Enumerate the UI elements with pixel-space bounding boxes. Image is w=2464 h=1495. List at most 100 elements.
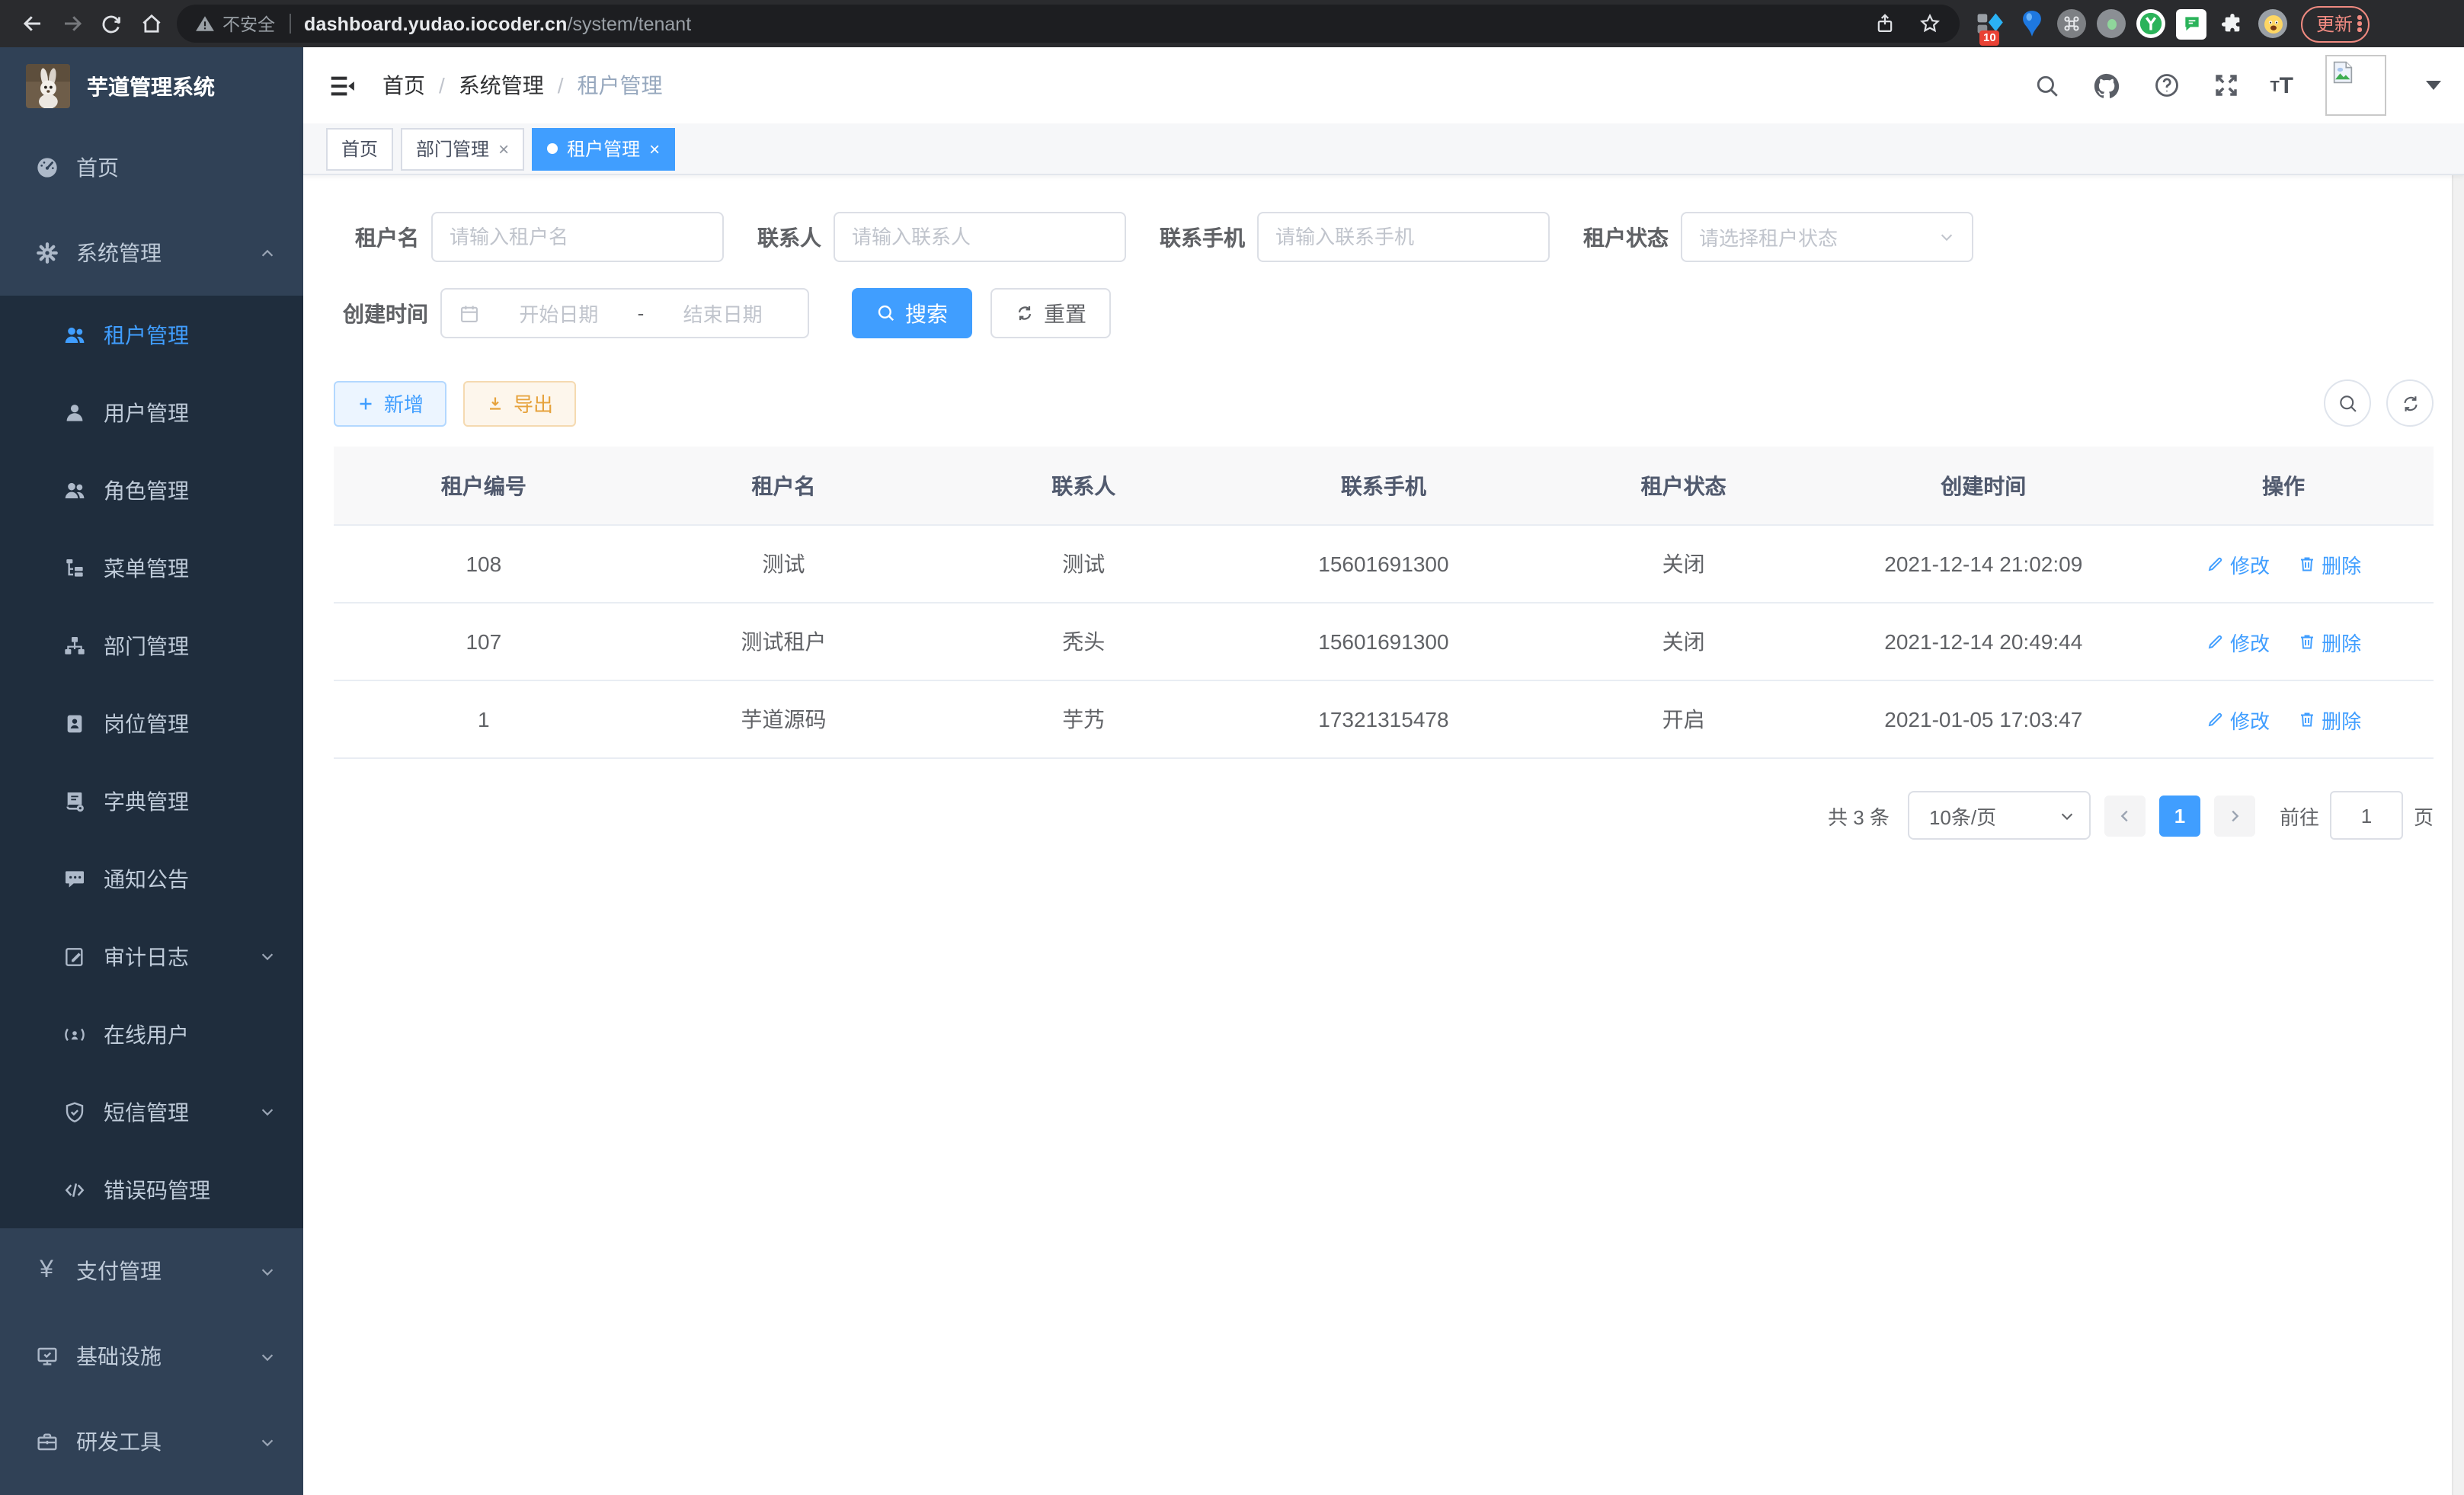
edit-button[interactable]: 修改 (2206, 705, 2270, 734)
tab-home[interactable]: 首页 (326, 127, 393, 170)
sidebar-item-user[interactable]: 用户管理 (0, 373, 303, 451)
extension-y-icon[interactable] (2136, 9, 2165, 38)
sidebar-item-system[interactable]: 系统管理 (0, 210, 303, 296)
screen: 不安全 dashboard.yudao.iocoder.cn/system/te… (0, 0, 2464, 1495)
sidebar-item-dict[interactable]: 字典管理 (0, 762, 303, 840)
extensions-puzzle-icon[interactable] (2217, 8, 2248, 39)
sidebar-item-label: 租户管理 (104, 319, 189, 350)
sidebar-item-audit-log[interactable]: 审计日志 (0, 917, 303, 995)
end-date-placeholder: 结束日期 (654, 299, 791, 328)
help-icon[interactable] (2151, 70, 2181, 101)
delete-label: 删除 (2322, 549, 2361, 578)
sidebar-item-home[interactable]: 首页 (0, 125, 303, 210)
close-icon[interactable]: × (498, 139, 509, 158)
add-label: 新增 (384, 389, 424, 418)
sidebar-item-dept[interactable]: 部门管理 (0, 607, 303, 684)
sidebar-item-label: 短信管理 (104, 1096, 189, 1127)
date-range-picker[interactable]: 开始日期 - 结束日期 (440, 288, 809, 338)
header-search-icon[interactable] (2032, 70, 2062, 101)
extension-chat-icon[interactable] (2176, 8, 2206, 39)
sidebar-item-dev-tools[interactable]: 研发工具 (0, 1399, 303, 1484)
search-button[interactable]: 搜索 (852, 288, 972, 338)
chrome-update-button[interactable]: 更新 (2301, 5, 2369, 42)
sidebar-item-notice[interactable]: 通知公告 (0, 840, 303, 917)
next-page-button[interactable] (2214, 795, 2255, 836)
cell-tenant-name: 测试 (634, 525, 934, 603)
pagination: 共 3 条 10条/页 1 前往 (334, 791, 2434, 840)
bookmark-star-icon[interactable] (1918, 12, 1941, 35)
sidebar-item-menu[interactable]: 菜单管理 (0, 529, 303, 607)
cell-tenant-name: 芋道源码 (634, 680, 934, 758)
cell-create-time: 2021-12-14 21:02:09 (1833, 525, 2133, 603)
status-select[interactable]: 请选择租户状态 (1681, 212, 1973, 262)
edit-button[interactable]: 修改 (2206, 549, 2270, 578)
contact-input[interactable] (852, 226, 1108, 248)
address-bar[interactable]: 不安全 dashboard.yudao.iocoder.cn/system/te… (177, 5, 1960, 43)
chevron-down-icon (2059, 807, 2075, 824)
reset-button[interactable]: 重置 (990, 288, 1111, 338)
user-avatar[interactable] (2325, 55, 2386, 116)
tab-dept[interactable]: 部门管理 × (401, 127, 524, 170)
home-icon[interactable] (131, 5, 171, 42)
goto-page-input[interactable] (2330, 791, 2403, 840)
sidebar-item-label: 首页 (76, 152, 119, 183)
extension-command-icon[interactable] (2057, 9, 2086, 38)
start-date-placeholder: 开始日期 (491, 299, 627, 328)
gear-icon (34, 240, 59, 266)
page-size-select[interactable]: 10条/页 (1908, 791, 2091, 840)
breadcrumb-home[interactable]: 首页 (382, 70, 425, 101)
export-button[interactable]: 导出 (463, 380, 576, 426)
users-icon (61, 322, 87, 347)
github-icon[interactable] (2091, 70, 2122, 101)
shield-check-icon (61, 1099, 87, 1125)
chevron-down-icon (259, 948, 276, 965)
col-create-time: 创建时间 (1833, 447, 2133, 525)
profile-avatar-icon[interactable] (2258, 9, 2287, 38)
sidebar-item-payment[interactable]: ¥ 支付管理 (0, 1228, 303, 1314)
extension-balloon-icon[interactable] (2016, 8, 2046, 39)
delete-button[interactable]: 删除 (2297, 627, 2361, 656)
cell-contact: 测试 (933, 525, 1234, 603)
sidebar-toggle-icon[interactable] (326, 70, 357, 101)
tab-tenant[interactable]: 租户管理 × (532, 127, 675, 170)
fullscreen-icon[interactable] (2210, 70, 2241, 101)
add-button[interactable]: 新增 (334, 380, 446, 426)
goto-page: 前往 页 (2280, 791, 2434, 840)
sidebar-item-post[interactable]: 岗位管理 (0, 684, 303, 762)
delete-label: 删除 (2322, 705, 2361, 734)
scrollbar-track[interactable] (2452, 47, 2464, 1495)
back-icon[interactable] (12, 5, 52, 42)
sidebar-item-error-code[interactable]: 错误码管理 (0, 1151, 303, 1228)
show-search-icon[interactable] (2324, 379, 2371, 427)
sidebar-item-role[interactable]: 角色管理 (0, 451, 303, 529)
edit-label: 修改 (2230, 705, 2270, 734)
page-size-value: 10条/页 (1929, 801, 1996, 830)
extension-diamond-icon[interactable]: 10 (1975, 8, 2005, 39)
sidebar-item-online-users[interactable]: 在线用户 (0, 995, 303, 1073)
delete-button[interactable]: 删除 (2297, 705, 2361, 734)
tenant-name-input[interactable] (450, 226, 706, 248)
sidebar-item-tenant[interactable]: 租户管理 (0, 296, 303, 373)
font-size-icon[interactable]: TT (2270, 74, 2293, 97)
edit-button[interactable]: 修改 (2206, 627, 2270, 656)
share-icon[interactable] (1874, 12, 1896, 35)
mobile-input[interactable] (1275, 226, 1531, 248)
cell-status: 关闭 (1534, 603, 1834, 680)
sidebar-item-sms[interactable]: 短信管理 (0, 1073, 303, 1151)
avatar-dropdown-caret[interactable] (2426, 81, 2441, 90)
table-row: 1 芋道源码 芋艿 17321315478 开启 2021-01-05 17:0… (334, 680, 2434, 758)
refresh-icon[interactable] (2386, 379, 2434, 427)
sidebar-item-infra[interactable]: 基础设施 (0, 1314, 303, 1399)
delete-button[interactable]: 删除 (2297, 549, 2361, 578)
cell-tenant-id: 107 (334, 603, 634, 680)
extension-green-dot-icon[interactable] (2097, 9, 2126, 38)
page-number-1[interactable]: 1 (2159, 795, 2200, 836)
breadcrumb-system[interactable]: 系统管理 (459, 70, 544, 101)
close-icon[interactable]: × (649, 139, 660, 158)
reload-icon[interactable] (91, 5, 131, 42)
browser-menu-icon[interactable] (2357, 16, 2361, 32)
forward-icon[interactable] (52, 5, 91, 42)
prev-page-button[interactable] (2104, 795, 2146, 836)
sidebar: 芋道管理系统 首页 系统管理 (0, 47, 303, 1495)
logo-row[interactable]: 芋道管理系统 (0, 47, 303, 125)
